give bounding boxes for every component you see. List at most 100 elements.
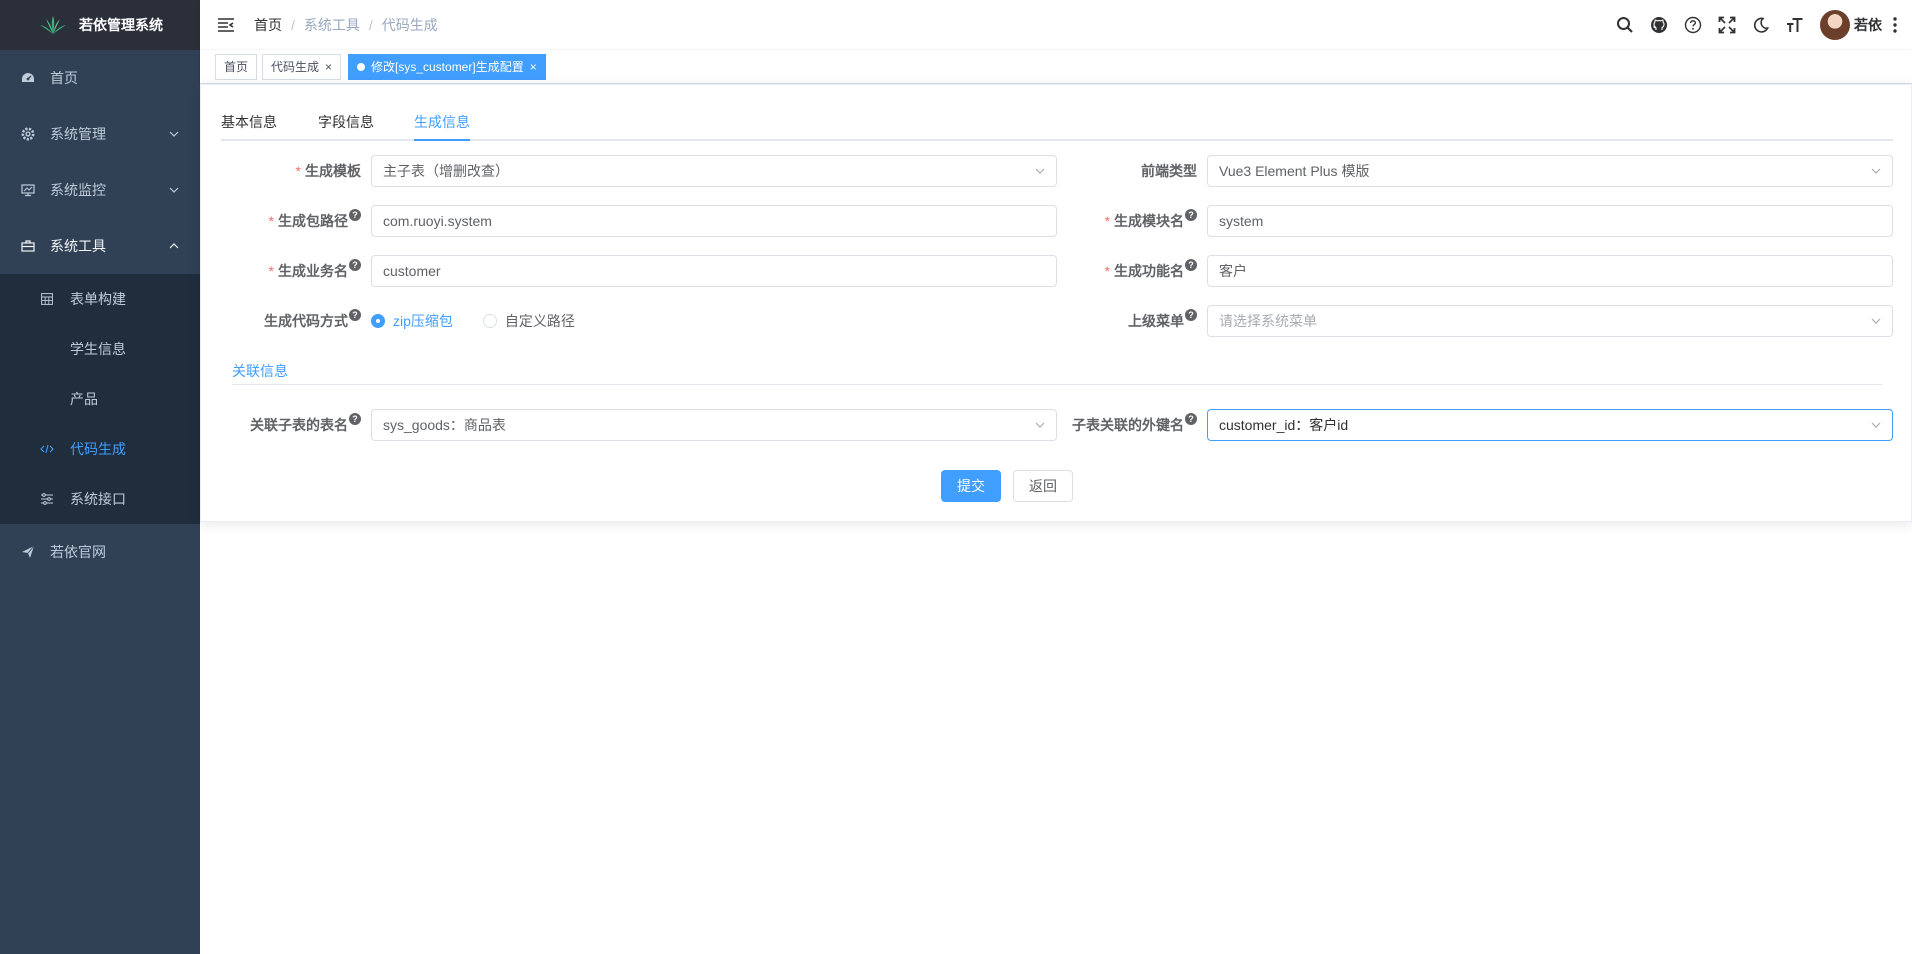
fullscreen-icon[interactable] [1717,15,1737,35]
sidebar-toggle-icon[interactable] [216,15,236,35]
tab-basic-info[interactable]: 基本信息 [221,103,277,141]
breadcrumb: 首页 / 系统工具 / 代码生成 [254,15,438,35]
sidebar-item-product[interactable]: 产品 [0,374,200,424]
github-icon[interactable] [1649,15,1669,35]
sidebar: 若依管理系统 首页 系统管理 系统监控 系统工具 表单构建 学生信息 产品 代码… [0,0,200,954]
sidebar-item-code-gen[interactable]: 代码生成 [0,424,200,474]
tab-gen-info[interactable]: 生成信息 [414,103,470,141]
label-sub-table: 关联子表的表名? [221,409,361,441]
search-icon[interactable] [1615,15,1635,35]
help-icon[interactable]: ? [1185,259,1197,271]
sub-table-select[interactable]: sys_goods：商品表 [371,409,1057,441]
select-value: 主子表（增删改查） [383,163,509,179]
label-package-path: * 生成包路径? [241,205,361,237]
sidebar-item-system-tools[interactable]: 系统工具 [0,218,200,274]
sidebar-item-label: 若依官网 [50,544,106,560]
sidebar-item-ruoyi-site[interactable]: 若依官网 [0,524,200,580]
sidebar-item-student-info[interactable]: 学生信息 [0,324,200,374]
chevron-down-icon [1871,318,1881,324]
radio-checked-icon [371,314,385,328]
label-business-name: * 生成业务名? [241,255,361,287]
sidebar-item-label: 系统监控 [50,182,106,198]
select-placeholder: 请选择系统菜单 [1219,313,1317,329]
package-path-input[interactable]: com.ruoyi.system [371,205,1057,237]
section-divider [232,384,1882,385]
submit-button[interactable]: 提交 [941,470,1001,502]
tags-view: 首页 代码生成 × 修改[sys_customer]生成配置 × [200,50,1912,84]
breadcrumb-item-home[interactable]: 首页 [254,15,282,35]
sidebar-item-system-monitor[interactable]: 系统监控 [0,162,200,218]
user-name: 若依 [1854,17,1882,33]
input-value: 客户 [1219,263,1247,279]
back-button[interactable]: 返回 [1013,470,1073,502]
tag-home[interactable]: 首页 [215,54,258,80]
breadcrumb-separator: / [291,17,295,33]
system-tools-submenu: 表单构建 学生信息 产品 代码生成 系统接口 [0,274,200,524]
user-menu[interactable]: 若依 [1820,10,1882,40]
gen-template-select[interactable]: 主子表（增删改查） [371,155,1057,187]
parent-menu-select[interactable]: 请选择系统菜单 [1207,305,1893,337]
sliders-icon [40,492,54,506]
chevron-down-icon [1035,168,1045,174]
function-name-input[interactable]: 客户 [1207,255,1893,287]
tag-edit-gen-config[interactable]: 修改[sys_customer]生成配置 × [348,54,546,80]
dark-mode-moon-icon[interactable] [1751,15,1771,35]
help-icon[interactable]: ? [349,309,361,321]
sidebar-item-home[interactable]: 首页 [0,50,200,106]
label-sub-fk: 子表关联的外键名? [1057,409,1197,441]
input-value: customer [383,263,441,279]
sidebar-item-system-api[interactable]: 系统接口 [0,474,200,524]
sidebar-item-label: 学生信息 [70,341,126,357]
sidebar-item-label: 系统接口 [70,491,126,507]
radio-zip[interactable]: zip压缩包 [371,311,453,331]
help-icon[interactable]: ? [1185,413,1197,425]
font-size-icon[interactable] [1785,15,1805,35]
close-icon[interactable]: × [530,55,537,79]
avatar [1820,10,1850,40]
sidebar-item-system-management[interactable]: 系统管理 [0,106,200,162]
tag-code-gen[interactable]: 代码生成 × [262,54,342,80]
toolbox-icon [20,238,36,254]
input-value: com.ruoyi.system [383,213,492,229]
more-vertical-icon[interactable] [1888,15,1902,35]
dashboard-icon [20,70,36,86]
label-gen-template: * 生成模板 [295,163,361,179]
help-icon[interactable]: ? [1185,309,1197,321]
navbar-right-menu: 若依 [1608,0,1912,50]
required-mark: * [1104,263,1110,279]
chevron-up-icon [169,243,179,249]
tab-field-info[interactable]: 字段信息 [318,103,374,141]
logo[interactable]: 若依管理系统 [0,0,200,50]
paper-plane-icon [20,544,36,560]
breadcrumb-separator: / [368,17,373,33]
module-name-input[interactable]: system [1207,205,1893,237]
label-frontend-type: 前端类型 [1141,163,1197,179]
app-title: 若依管理系统 [79,17,163,33]
tag-label: 首页 [224,60,249,74]
label-parent-menu: 上级菜单? [1077,305,1197,337]
help-icon[interactable]: ? [349,259,361,271]
required-mark: * [268,213,274,229]
sub-fk-select[interactable]: customer_id：客户id [1207,409,1893,441]
business-name-input[interactable]: customer [371,255,1057,287]
chevron-down-icon [169,131,179,137]
frontend-type-select[interactable]: Vue3 Element Plus 模版 [1207,155,1893,187]
help-icon[interactable]: ? [349,209,361,221]
sidebar-item-form-builder[interactable]: 表单构建 [0,274,200,324]
chevron-down-icon [1035,422,1045,428]
breadcrumb-item-system-tools[interactable]: 系统工具 [304,15,360,35]
gen-config-card: 基本信息 字段信息 生成信息 * 生成模板 主子表（增删改查） 前端类型 Vue3… [200,84,1912,522]
sidebar-item-label: 系统工具 [50,238,106,254]
code-icon [40,442,54,456]
sidebar-item-label: 首页 [50,70,78,86]
question-circle-icon[interactable] [1683,15,1703,35]
help-icon[interactable]: ? [349,413,361,425]
close-icon[interactable]: × [325,55,332,79]
section-title: 关联信息 [232,363,288,379]
help-icon[interactable]: ? [1185,209,1197,221]
sidebar-item-label: 表单构建 [70,291,126,307]
logo-icon [40,16,66,34]
radio-custom-path[interactable]: 自定义路径 [482,311,575,331]
required-mark: * [268,263,274,279]
input-value: system [1219,213,1264,229]
